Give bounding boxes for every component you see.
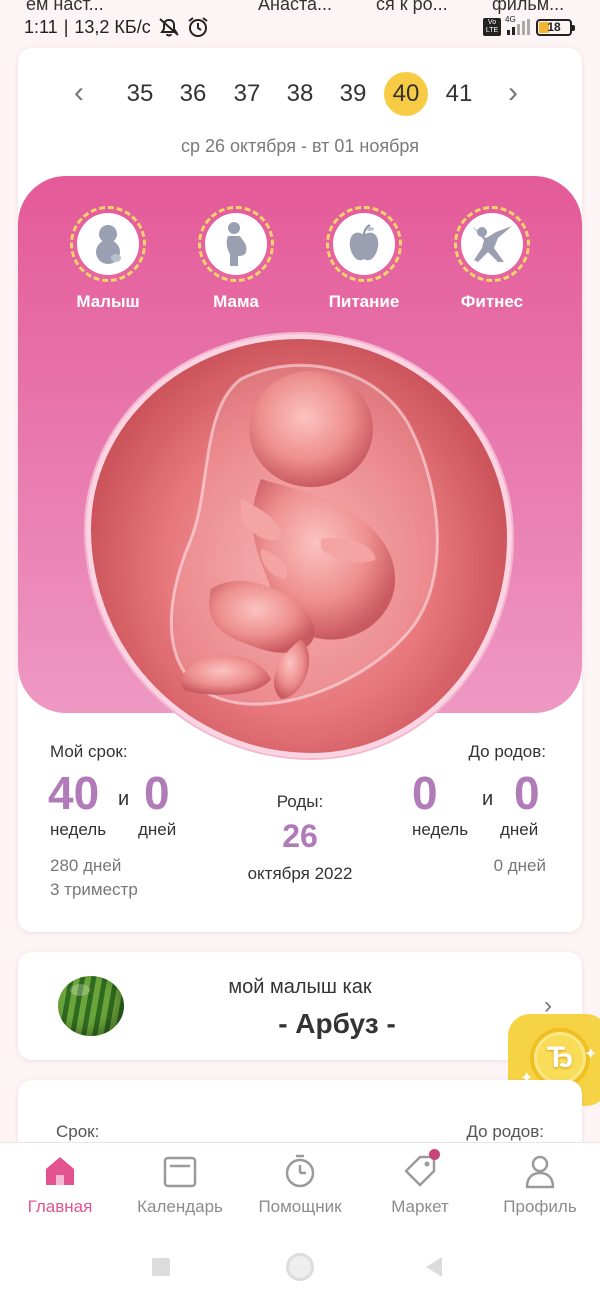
category-nutrition-label: Питание [328, 292, 400, 311]
notification-strip: ем наст... Анаста... ся к ро... фильм... [0, 0, 600, 14]
battery-icon: 18 [536, 18, 575, 36]
timer-icon [285, 1154, 315, 1188]
birth-day: 26 [282, 818, 318, 854]
prev-week-button[interactable]: ‹ [74, 78, 84, 108]
nav-calendar[interactable]: Календарь [120, 1153, 240, 1217]
week-39[interactable]: 39 [331, 72, 375, 116]
notification-4: фильм... [492, 0, 565, 14]
nav-home[interactable]: Главная [0, 1153, 120, 1217]
until-birth-label: До родов: [468, 742, 546, 761]
nav-profile-label: Профиль [503, 1197, 577, 1216]
until-weeks-unit: недель [412, 820, 469, 839]
nav-market[interactable]: Маркет [360, 1149, 480, 1217]
notification-1: ем наст... [26, 0, 104, 14]
category-mother-label: Мама [213, 292, 259, 311]
signal-icon: 4G [505, 15, 530, 35]
nav-home-label: Главная [27, 1197, 93, 1216]
category-fitness-label: Фитнес [460, 292, 524, 311]
apple-icon [349, 224, 379, 261]
category-baby[interactable]: Малыш [48, 206, 168, 312]
until-days-value: 0 [514, 767, 540, 819]
notification-2: Анаста... [258, 0, 333, 14]
baby-size-fruit: - Арбуз - [278, 1008, 396, 1039]
term-summary-label: Срок: [56, 1122, 100, 1141]
notification-dot [429, 1149, 440, 1160]
baby-size-card[interactable]: мой малыш как - Арбуз - › [18, 952, 582, 1060]
birth-label: Роды: [276, 792, 324, 811]
home-icon [46, 1157, 74, 1185]
week-38[interactable]: 38 [278, 72, 322, 116]
status-bar: 1:11 | 13,2 КБ/с Vo LTE 4G 18 [0, 14, 600, 42]
coin-icon: Ђ [530, 1028, 590, 1088]
category-baby-label: Малыш [76, 292, 140, 311]
category-mother[interactable]: Мама [176, 206, 296, 312]
notification-3: ся к ро... [376, 0, 448, 14]
baby-size-caption: мой малыш как [228, 976, 372, 998]
nav-profile[interactable]: Профиль [480, 1153, 600, 1217]
sparkle-icon: ✦ [584, 1046, 598, 1063]
baby-icon [96, 225, 121, 264]
category-nutrition[interactable]: Питание [304, 206, 424, 312]
until-summary-label: До родов: [466, 1122, 544, 1141]
home-button[interactable] [286, 1253, 314, 1281]
until-and: и [482, 788, 494, 810]
until-weeks-value: 0 [412, 767, 438, 819]
network-type: 4G [505, 15, 516, 24]
back-button[interactable] [426, 1257, 442, 1277]
week-40-selected[interactable]: 40 [384, 72, 428, 116]
nav-assistant[interactable]: Помощник [240, 1153, 360, 1217]
system-navigation [0, 1252, 600, 1282]
until-total-days: 0 дней [493, 856, 546, 875]
status-time: 1:11 [24, 16, 58, 37]
nav-market-label: Маркет [391, 1197, 449, 1216]
volte-icon: Vo LTE [483, 18, 501, 36]
week-41[interactable]: 41 [437, 72, 481, 116]
week-35[interactable]: 35 [118, 72, 162, 116]
alarm-icon [188, 17, 208, 37]
my-term-label: Мой срок: [50, 742, 128, 761]
week-36[interactable]: 36 [171, 72, 215, 116]
pregnancy-stats: Мой срок: 40 и 0 недель дней 280 дней 3 … [18, 738, 582, 918]
pregnancy-card: ‹ 35 36 37 38 39 40 41 › ср 26 октября -… [18, 48, 582, 932]
battery-level: 18 [547, 19, 561, 34]
category-fitness[interactable]: Фитнес [432, 206, 552, 312]
week-37[interactable]: 37 [225, 72, 269, 116]
nav-calendar-label: Календарь [137, 1197, 223, 1216]
week-date-range: ср 26 октября - вт 01 ноября [181, 136, 419, 156]
nav-assistant-label: Помощник [258, 1197, 342, 1216]
status-speed: 13,2 КБ/с [74, 16, 151, 37]
recents-button[interactable] [152, 1258, 170, 1276]
profile-icon [525, 1155, 555, 1189]
week-selector: ‹ 35 36 37 38 39 40 41 › [18, 72, 582, 118]
until-days-unit: дней [500, 820, 539, 839]
mute-icon [159, 18, 179, 37]
mother-icon [226, 222, 247, 266]
next-week-button[interactable]: › [508, 78, 518, 108]
calendar-icon [163, 1156, 197, 1188]
fitness-icon [472, 226, 512, 262]
